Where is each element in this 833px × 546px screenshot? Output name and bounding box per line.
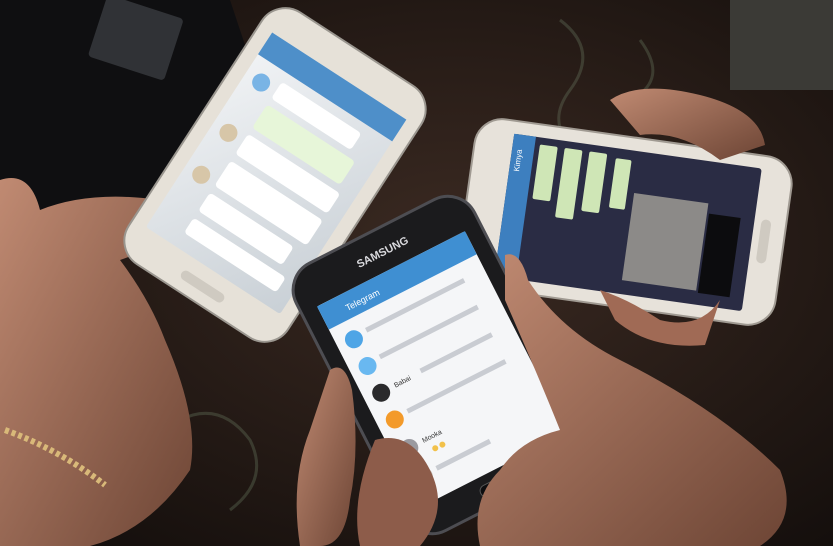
photo-scene: Kimya SAMSUNG Telegram Babai Mooka — [0, 0, 833, 546]
wall-corner — [730, 0, 833, 90]
